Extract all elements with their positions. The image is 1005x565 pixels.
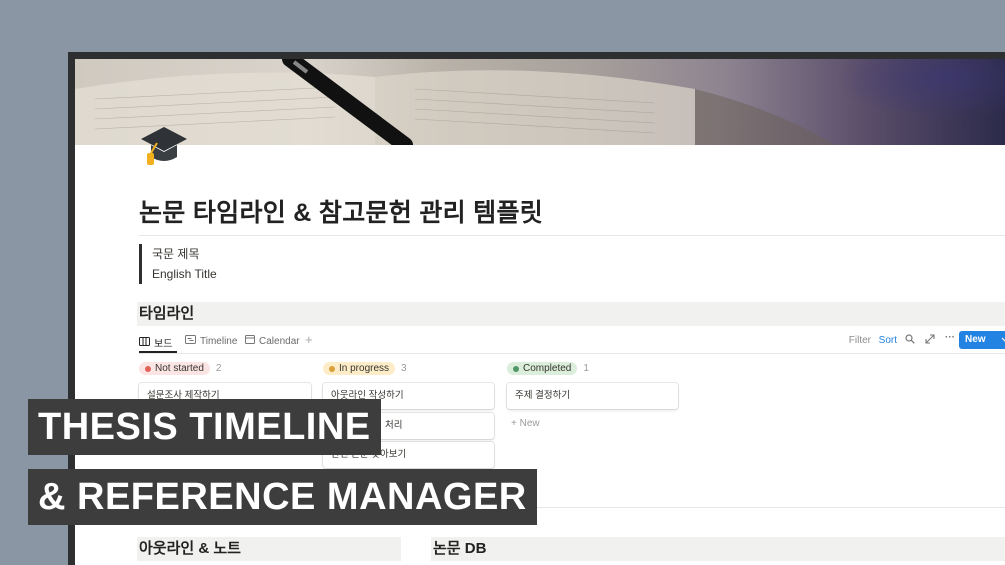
board-card[interactable]: 주제 결정하기: [507, 383, 678, 409]
cover-image: [75, 59, 1005, 145]
english-title: English Title: [152, 267, 217, 281]
calendar-icon: [245, 335, 255, 347]
status-badge: Not started: [139, 362, 210, 375]
status-badge: Completed: [507, 362, 578, 375]
title-divider: [139, 235, 1005, 236]
status-dot: [145, 365, 151, 372]
add-new-card-button[interactable]: + New: [511, 418, 540, 429]
column-count: 3: [401, 363, 407, 374]
status-label: Completed: [523, 363, 572, 374]
add-view-button[interactable]: +: [305, 332, 313, 347]
tab-calendar-label: Calendar: [259, 335, 300, 347]
papers-db-heading[interactable]: 논문 DB: [431, 537, 1005, 561]
korean-title: 국문 제목: [152, 247, 200, 261]
view-divider: [139, 353, 1005, 354]
expand-icon[interactable]: [925, 334, 935, 347]
board-column-header-not-started[interactable]: Not started 2: [139, 362, 221, 375]
tab-timeline[interactable]: Timeline: [185, 335, 237, 347]
timeline-heading[interactable]: 타임라인: [137, 302, 1005, 326]
column-count: 2: [215, 363, 222, 374]
page-title[interactable]: 논문 타임라인 & 참고문헌 관리 템플릿: [139, 193, 543, 229]
status-label: Not started: [155, 363, 204, 374]
status-badge: In progress: [323, 362, 396, 375]
board-column-header-in-progress[interactable]: In progress 3: [323, 362, 407, 375]
title-quote-block[interactable]: 국문 제목 English Title: [139, 244, 217, 284]
sort-button[interactable]: Sort: [879, 335, 897, 346]
outline-notes-heading[interactable]: 아웃라인 & 노트: [137, 537, 401, 561]
new-button-label: New: [965, 334, 986, 345]
overlay-title-line-1: THESIS TIMELINE: [28, 399, 381, 455]
more-options-button[interactable]: ···: [945, 332, 955, 343]
status-dot: [329, 365, 335, 372]
overlay-title-line-2: & REFERENCE MANAGER: [28, 469, 537, 525]
tab-board-label: 보드: [154, 339, 173, 350]
status-label: In progress: [339, 363, 390, 374]
tab-board[interactable]: 보드: [139, 335, 172, 350]
column-count: 1: [583, 363, 589, 374]
new-button[interactable]: New: [959, 331, 1005, 349]
board-column-header-completed[interactable]: Completed 1: [507, 362, 589, 375]
status-dot: [513, 365, 519, 372]
timeline-icon: [185, 335, 196, 347]
board-icon: [139, 336, 150, 349]
tab-timeline-label: Timeline: [200, 335, 238, 347]
database-view-bar: 보드 Timeline Calendar + Filter Sort ··· N…: [139, 331, 1005, 353]
filter-button[interactable]: Filter: [849, 335, 871, 346]
tab-calendar[interactable]: Calendar: [245, 335, 300, 347]
search-icon[interactable]: [905, 334, 915, 347]
graduation-cap-icon[interactable]: [137, 117, 191, 171]
